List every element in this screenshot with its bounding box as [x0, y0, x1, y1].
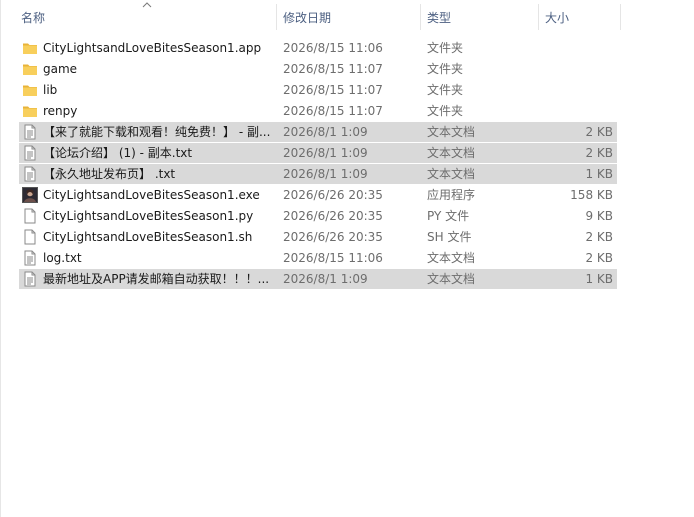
folder-icon: [22, 82, 38, 98]
folder-icon: [22, 103, 38, 119]
file-type: 文本文档: [427, 146, 476, 160]
file-name: renpy: [43, 104, 78, 118]
file-modified-date: 2026/8/1 1:09: [283, 272, 368, 286]
file-modified-date: 2026/8/15 11:07: [283, 104, 383, 118]
file-size: 2 KB: [585, 230, 613, 244]
file-modified-date: 2026/8/15 11:06: [283, 41, 383, 55]
file-modified-date: 2026/8/1 1:09: [283, 125, 368, 139]
file-size: 2 KB: [585, 146, 613, 160]
file-name: 【来了就能下载和观看！纯免费！】 - 副...: [43, 125, 271, 139]
file-name: CityLightsandLoveBitesSeason1.sh: [43, 230, 253, 244]
file-modified-date: 2026/8/1 1:09: [283, 146, 368, 160]
text-file-icon: [22, 166, 38, 182]
file-row[interactable]: 最新地址及APP请发邮箱自动获取！！！... 2026/8/1 1:09 文本文档 1…: [19, 269, 617, 290]
folder-row[interactable]: CityLightsandLoveBitesSeason1.app 2026/8/…: [19, 38, 617, 58]
file-size: [539, 59, 613, 79]
text-file-icon: [22, 271, 38, 287]
column-divider[interactable]: [620, 4, 621, 30]
file-type: 文件夹: [427, 83, 464, 97]
file-row[interactable]: CityLightsandLoveBitesSeason1.py 2026/6/2…: [19, 206, 617, 226]
column-header-type[interactable]: 类型: [421, 0, 539, 36]
file-type: 文件夹: [427, 41, 464, 55]
file-name: CityLightsandLoveBitesSeason1.exe: [43, 188, 260, 202]
file-size: 1 KB: [585, 272, 613, 286]
file-modified-date: 2026/6/26 20:35: [283, 230, 383, 244]
folder-row[interactable]: lib 2026/8/15 11:07 文件夹: [19, 80, 617, 100]
column-header-date[interactable]: 修改日期: [277, 0, 421, 36]
file-size: 1 KB: [585, 167, 613, 181]
file-type: 文件夹: [427, 62, 464, 76]
file-name: 【永久地址发布页】 .txt: [43, 167, 176, 181]
file-size: [539, 101, 613, 121]
file-name: 【论坛介绍】 (1) - 副本.txt: [43, 146, 193, 160]
file-name: game: [43, 62, 78, 76]
text-file-icon: [22, 250, 38, 266]
file-name: log.txt: [43, 251, 82, 265]
file-row[interactable]: log.txt 2026/8/15 11:06 文本文档 2 KB: [19, 248, 617, 268]
blank-file-icon: [22, 208, 38, 224]
file-size: [539, 38, 613, 58]
file-type: 文本文档: [427, 167, 476, 181]
file-name: lib: [43, 83, 58, 97]
folder-icon: [22, 40, 38, 56]
file-size: 2 KB: [585, 251, 613, 265]
file-size: 158 KB: [570, 188, 613, 202]
file-modified-date: 2026/6/26 20:35: [283, 209, 383, 223]
file-name: CityLightsandLoveBitesSeason1.py: [43, 209, 254, 223]
file-type: 文本文档: [427, 272, 476, 286]
column-header-size[interactable]: 大小: [539, 0, 621, 36]
file-size: [539, 80, 613, 100]
text-file-icon: [22, 124, 38, 140]
file-modified-date: 2026/8/15 11:07: [283, 62, 383, 76]
folder-row[interactable]: game 2026/8/15 11:07 文件夹: [19, 59, 617, 79]
column-header-name[interactable]: 名称: [15, 0, 277, 36]
file-type: PY 文件: [427, 209, 470, 223]
file-size: 9 KB: [585, 209, 613, 223]
file-modified-date: 2026/6/26 20:35: [283, 188, 383, 202]
file-type: 文本文档: [427, 125, 476, 139]
file-type: 文件夹: [427, 104, 464, 118]
file-name: CityLightsandLoveBitesSeason1.app: [43, 41, 262, 55]
file-row[interactable]: CityLightsandLoveBitesSeason1.exe 2026/6/…: [19, 185, 617, 205]
folder-icon: [22, 61, 38, 77]
file-modified-date: 2026/8/15 11:06: [283, 251, 383, 265]
file-type: 文本文档: [427, 251, 476, 265]
file-row[interactable]: 【论坛介绍】 (1) - 副本.txt 2026/8/1 1:09 文本文档 2 KB: [19, 143, 617, 164]
blank-file-icon: [22, 229, 38, 245]
file-explorer-window: 名称 修改日期 类型 大小 CityLightsandLoveBitesSeas…: [0, 0, 694, 517]
file-modified-date: 2026/8/15 11:07: [283, 83, 383, 97]
folder-row[interactable]: renpy 2026/8/15 11:07 文件夹: [19, 101, 617, 121]
file-modified-date: 2026/8/1 1:09: [283, 167, 368, 181]
file-name: 最新地址及APP请发邮箱自动获取！！！...: [43, 272, 270, 286]
app-image-icon: [22, 187, 38, 203]
file-row[interactable]: 【永久地址发布页】 .txt 2026/8/1 1:09 文本文档 1 KB: [19, 164, 617, 185]
file-row[interactable]: CityLightsandLoveBitesSeason1.sh 2026/6/2…: [19, 227, 617, 247]
file-type: SH 文件: [427, 230, 472, 244]
text-file-icon: [22, 145, 38, 161]
file-row[interactable]: 【来了就能下载和观看！纯免费！】 - 副... 2026/8/1 1:09 文本文档…: [19, 122, 617, 143]
file-size: 2 KB: [585, 125, 613, 139]
file-type: 应用程序: [427, 188, 476, 202]
column-header-bar: 名称 修改日期 类型 大小: [1, 0, 694, 36]
